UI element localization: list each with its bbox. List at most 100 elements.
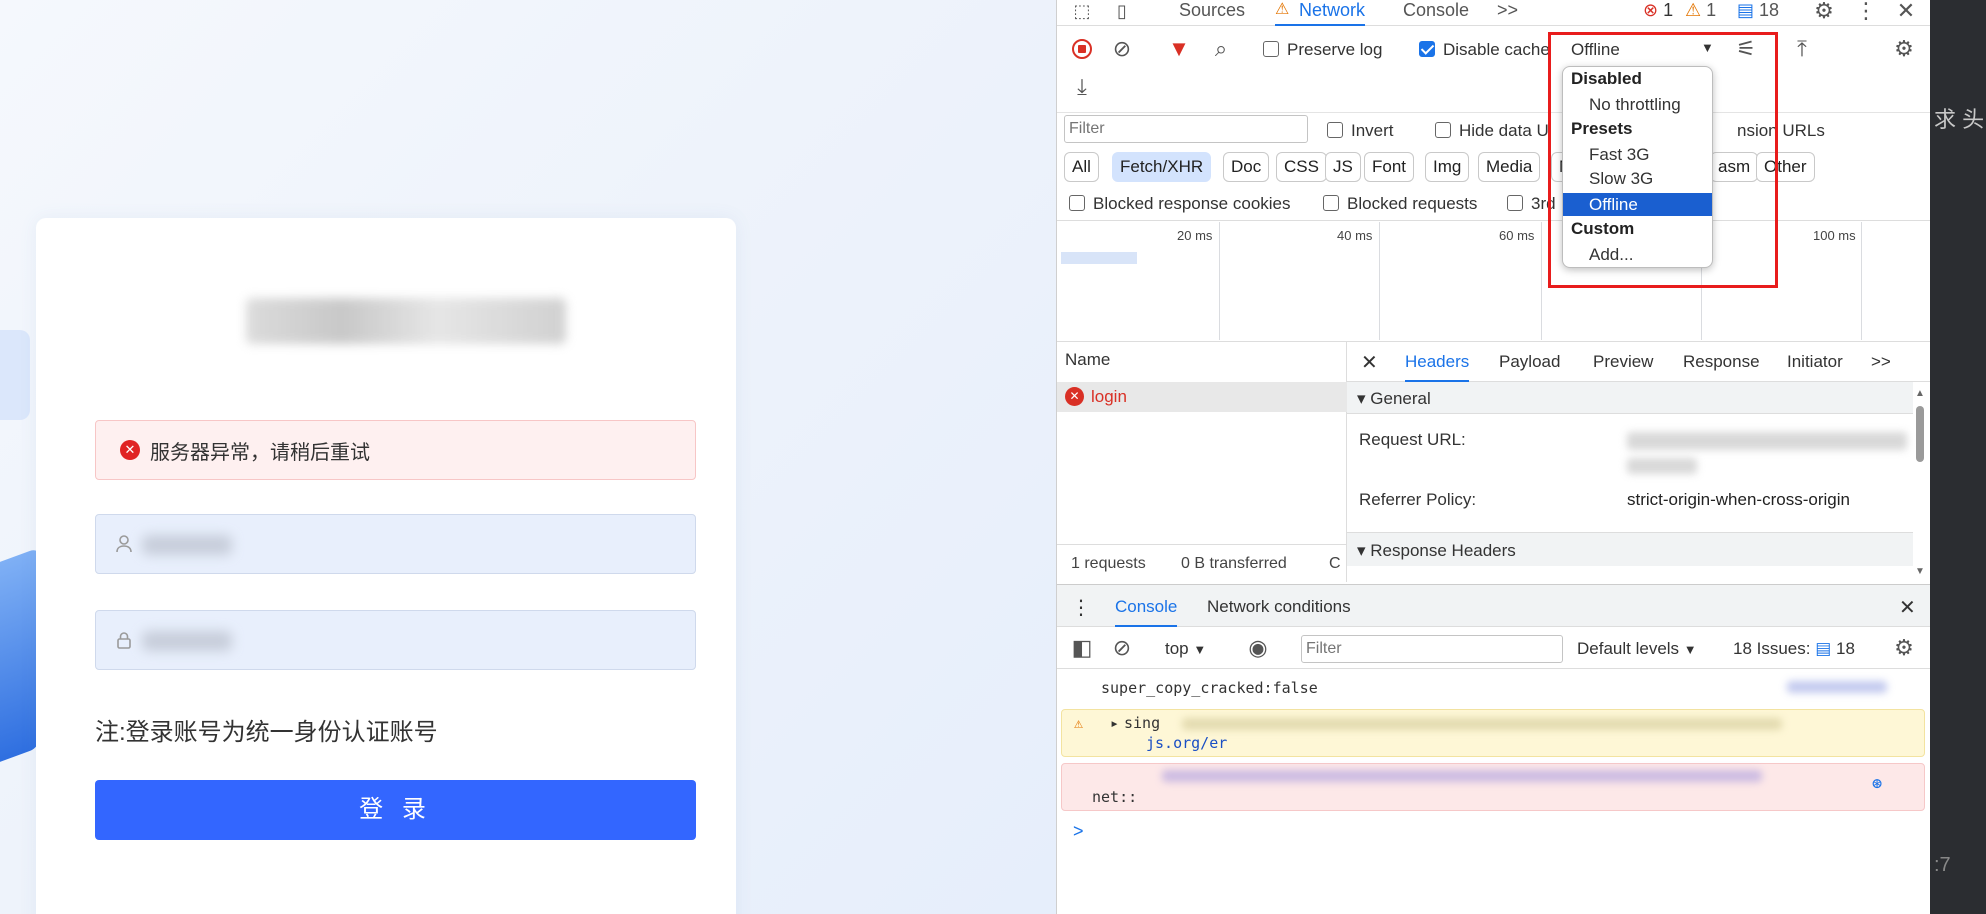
type-filter-font[interactable]: Font [1364, 152, 1415, 182]
password-input[interactable] [95, 610, 696, 670]
login-button[interactable]: 登 录 [95, 780, 696, 840]
close-devtools-icon[interactable]: ✕ [1891, 0, 1921, 26]
console-settings-icon[interactable]: ⚙ [1889, 633, 1919, 663]
request-summary-bar: 1 requests 0 B transferred C [1057, 544, 1347, 580]
close-details-icon[interactable]: ✕ [1361, 350, 1378, 375]
console-prompt[interactable]: > [1073, 821, 1084, 842]
error-count-icon: ⊗ [1643, 0, 1659, 20]
type-filter-all[interactable]: All [1064, 152, 1099, 182]
filter-funnel-icon[interactable]: ▼ [1164, 34, 1194, 64]
error-message-text: net:: [1092, 788, 1138, 806]
response-headers-label: ▾ Response Headers [1357, 541, 1516, 561]
drawer-tab-console[interactable]: Console [1115, 597, 1178, 627]
preserve-log-label: Preserve log [1287, 40, 1383, 59]
console-message-error[interactable]: net:: ⊛ [1061, 763, 1925, 811]
type-filter-media[interactable]: Media [1478, 152, 1541, 182]
tab-headers[interactable]: Headers [1405, 352, 1470, 382]
username-input[interactable] [95, 514, 696, 574]
timeline-tick: 100 ms [1813, 228, 1856, 243]
type-filter-fetch-xhr[interactable]: Fetch/XHR [1112, 152, 1212, 182]
network-filter-input[interactable] [1064, 115, 1308, 143]
issues-link[interactable]: 18 Issues: ▤ 18 [1733, 639, 1855, 659]
live-expression-eye-icon[interactable]: ◉ [1243, 633, 1273, 663]
more-details-tabs[interactable]: >> [1871, 352, 1891, 372]
hide-data-urls-checkbox[interactable]: Hide data U [1435, 121, 1549, 141]
type-filter-css[interactable]: CSS [1276, 152, 1327, 182]
warning-count[interactable]: ⚠ 1 [1685, 0, 1716, 26]
tab-network-label: Network [1299, 0, 1366, 20]
timeline-gridline [1861, 222, 1862, 340]
console-toolbar: ◧ ⊘ top ▼ ◉ Default levels ▼ 18 Issues: … [1057, 627, 1931, 669]
timeline-gridline [1541, 222, 1542, 340]
warning-link-text[interactable]: js.org/er [1146, 734, 1227, 752]
more-options-icon[interactable]: ⋮ [1851, 0, 1881, 26]
disable-cache-checkbox[interactable]: Disable cache [1419, 40, 1550, 60]
scroll-down-icon[interactable]: ▼ [1915, 566, 1925, 577]
preserve-log-checkbox[interactable]: Preserve log [1263, 40, 1382, 60]
record-stop-icon[interactable] [1067, 34, 1097, 64]
type-filter-js[interactable]: JS [1325, 152, 1361, 182]
drawer-menu-icon[interactable]: ⋮ [1071, 595, 1091, 620]
context-selector[interactable]: top ▼ [1165, 639, 1206, 659]
message-count-icon: ▤ [1737, 0, 1755, 20]
general-section-title: General [1370, 389, 1431, 408]
chevron-down-icon: ▼ [1193, 642, 1207, 657]
export-har-icon[interactable]: ⤓ [1067, 72, 1097, 102]
inspect-element-icon[interactable]: ⬚ [1067, 0, 1097, 26]
tab-preview[interactable]: Preview [1593, 352, 1653, 372]
type-filter-img[interactable]: Img [1425, 152, 1470, 182]
preserve-log-box [1263, 41, 1279, 57]
clear-console-icon[interactable]: ⊘ [1107, 633, 1137, 663]
chevron-down-icon: ▼ [1683, 642, 1697, 657]
blocked-requests-checkbox[interactable]: Blocked requests [1323, 194, 1477, 214]
log-levels-select[interactable]: Default levels ▼ [1577, 639, 1697, 659]
translate-icon[interactable]: ⊛ [1872, 774, 1882, 794]
summary-truncated: C [1329, 555, 1341, 572]
request-url-value-blurred [1627, 458, 1697, 474]
console-message-text: super_copy_cracked:false [1101, 679, 1318, 697]
request-list: Name ✕ login 1 requests 0 B transferred … [1057, 342, 1347, 582]
type-filter-doc[interactable]: Doc [1223, 152, 1270, 182]
message-count[interactable]: ▤ 18 [1737, 0, 1779, 26]
third-party-box [1507, 195, 1523, 211]
search-icon[interactable]: ⌕ [1206, 34, 1236, 64]
issues-label: 18 Issues: [1733, 639, 1811, 658]
drawer-tab-network-conditions[interactable]: Network conditions [1207, 597, 1351, 617]
device-toolbar-icon[interactable]: ▯ [1107, 0, 1137, 26]
network-settings-icon[interactable]: ⚙ [1889, 34, 1919, 64]
transferred-size: 0 B transferred [1181, 555, 1287, 572]
clear-icon[interactable]: ⊘ [1107, 34, 1137, 64]
close-drawer-icon[interactable]: ✕ [1899, 595, 1916, 620]
tab-sources[interactable]: Sources [1179, 0, 1245, 26]
error-count[interactable]: ⊗ 1 [1643, 0, 1673, 26]
more-tabs-button[interactable]: >> [1497, 0, 1518, 26]
console-message-log: super_copy_cracked:false [1057, 675, 1931, 705]
expand-triangle-icon[interactable]: ▸ [1110, 714, 1119, 732]
error-message: 服务器异常，请稍后重试 [150, 441, 370, 464]
referrer-policy-value: strict-origin-when-cross-origin [1627, 490, 1850, 509]
console-message-warning[interactable]: ⚠ ▸ sing js.org/er [1061, 709, 1925, 757]
tab-console[interactable]: Console [1403, 0, 1469, 26]
name-column-header[interactable]: Name [1065, 350, 1110, 370]
login-title-blurred [246, 298, 566, 344]
blocked-cookies-checkbox[interactable]: Blocked response cookies [1069, 194, 1291, 214]
sidebar-toggle-icon[interactable]: ◧ [1067, 633, 1097, 663]
invert-checkbox[interactable]: Invert [1327, 121, 1394, 141]
tab-response[interactable]: Response [1683, 352, 1760, 372]
warning-message-text: sing [1124, 714, 1161, 732]
response-headers-section-header[interactable]: ▾ Response Headers [1347, 532, 1913, 566]
request-row-login[interactable]: ✕ login [1057, 382, 1347, 412]
scroll-up-icon[interactable]: ▲ [1915, 388, 1925, 399]
request-details: ✕ Headers Payload Preview Response Initi… [1347, 342, 1931, 582]
source-link-blurred[interactable] [1787, 681, 1887, 693]
details-scrollbar[interactable]: ▲ ▼ [1913, 388, 1927, 578]
general-section-header[interactable]: ▾ General [1347, 382, 1913, 414]
settings-gear-icon[interactable]: ⚙ [1809, 0, 1839, 26]
scrollbar-thumb[interactable] [1916, 406, 1924, 462]
console-filter-input[interactable] [1301, 635, 1563, 663]
invert-box [1327, 122, 1343, 138]
import-har-icon[interactable]: ⤒ [1787, 34, 1817, 64]
tab-initiator[interactable]: Initiator [1787, 352, 1843, 372]
tab-network[interactable]: ⚠ Network [1275, 0, 1366, 26]
tab-payload[interactable]: Payload [1499, 352, 1560, 372]
